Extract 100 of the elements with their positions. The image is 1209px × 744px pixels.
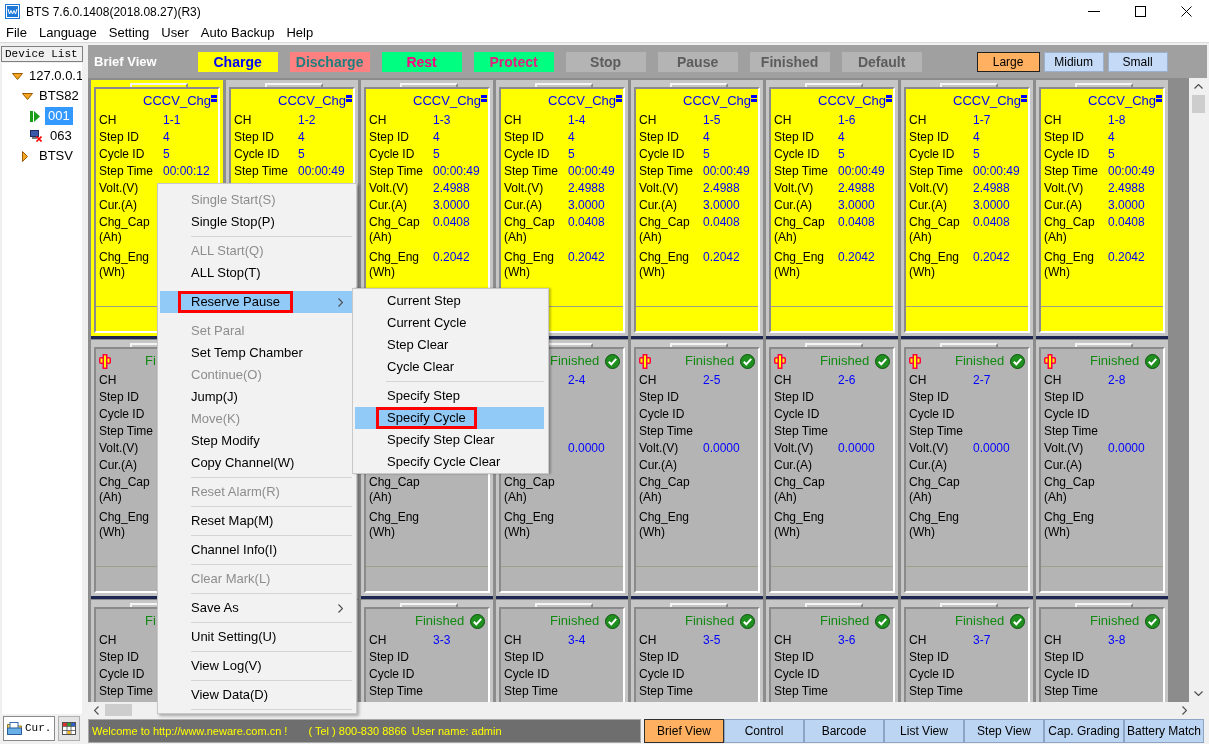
field-label: Volt.(V) [639, 441, 679, 455]
status-label: Finished [955, 613, 1005, 629]
field-label: Cycle ID [639, 147, 685, 161]
field-value: 0.2042 [973, 250, 1010, 264]
field-label: Step ID [99, 130, 140, 144]
field-label: Chg_Eng (Wh) [369, 250, 420, 279]
field-label: Chg_Eng (Wh) [774, 250, 825, 279]
field-value: 1-1 [163, 113, 181, 127]
legend-label: Default [857, 53, 906, 70]
field-value: 0.0000 [1108, 441, 1145, 455]
field-label: Cycle ID [99, 407, 145, 421]
field-label: Chg_Eng (Wh) [909, 250, 960, 279]
field-label: CH [1044, 113, 1062, 127]
field-value: 0.2042 [838, 250, 875, 264]
field-value: 0.0000 [703, 441, 740, 455]
field-value: 0.0408 [703, 215, 740, 229]
field-label: Cur.(A) [909, 198, 947, 212]
field-label: Cycle ID [504, 147, 550, 161]
field-value: 0.0408 [433, 215, 470, 229]
field-label: Cycle ID [639, 667, 685, 681]
field-label: Volt.(V) [774, 441, 814, 455]
field-label: Cur.(A) [774, 458, 812, 472]
field-label: Chg_Eng (Wh) [504, 250, 555, 279]
field-label: Chg_Cap (Ah) [639, 475, 690, 504]
field-value: 00:00:49 [703, 164, 750, 178]
field-value: 1-3 [433, 113, 451, 127]
field-label: Step ID [639, 130, 680, 144]
field-label: Chg_Eng (Wh) [99, 250, 150, 279]
field-label: Cur.(A) [99, 458, 137, 472]
field-label: Chg_Cap (Ah) [774, 215, 825, 244]
field-value: 5 [568, 147, 575, 161]
field-value: 2-6 [838, 373, 856, 387]
status-label: Finished [685, 353, 735, 369]
field-value: 00:00:49 [298, 164, 345, 178]
window-title: BTS 7.6.0.1408(2018.08.27)(R3) [26, 3, 201, 21]
field-label: Step Time [639, 684, 694, 698]
field-label: Cycle ID [909, 667, 955, 681]
field-label: Step Time [639, 424, 694, 438]
field-label: Cycle ID [1044, 667, 1090, 681]
field-label: Step ID [99, 650, 140, 664]
field-label: Volt.(V) [99, 441, 139, 455]
field-value: 3.0000 [1108, 198, 1145, 212]
field-label: Chg_Cap (Ah) [639, 215, 690, 244]
status-label: Fi [145, 613, 156, 629]
field-value: 3.0000 [433, 198, 470, 212]
field-label: Chg_Cap (Ah) [909, 475, 960, 504]
field-label: Chg_Eng (Wh) [639, 250, 690, 279]
field-value: 1-4 [568, 113, 586, 127]
field-value: 4 [298, 130, 305, 144]
field-label: Cycle ID [774, 147, 820, 161]
field-label: CH [369, 113, 387, 127]
field-label: Step Time [909, 164, 964, 178]
field-label: Step Time [99, 164, 154, 178]
field-label: Chg_Cap (Ah) [909, 215, 960, 244]
field-label: Step Time [909, 684, 964, 698]
field-label: Volt.(V) [99, 181, 139, 195]
field-label: Cur.(A) [369, 198, 407, 212]
field-label: Chg_Cap (Ah) [504, 475, 555, 504]
field-label: Cycle ID [1044, 407, 1090, 421]
legend-label: Finished [760, 53, 819, 70]
field-value: 00:00:12 [163, 164, 210, 178]
field-label: CH [774, 113, 792, 127]
field-label: Cur.(A) [909, 458, 947, 472]
field-label: Volt.(V) [369, 181, 409, 195]
mode-label: CCCV_Chg [548, 93, 616, 109]
mode-label: CCCV_Chg [818, 93, 886, 109]
mode-label: CCCV_Chg [953, 93, 1021, 109]
field-label: Volt.(V) [1044, 441, 1084, 455]
field-label: Step ID [639, 650, 680, 664]
field-label: Chg_Cap (Ah) [99, 475, 150, 504]
field-label: CH [99, 373, 117, 387]
field-value: 00:00:49 [568, 164, 615, 178]
field-value: 4 [163, 130, 170, 144]
field-label: Chg_Cap (Ah) [1044, 475, 1095, 504]
field-value: 0.2042 [568, 250, 605, 264]
field-label: CH [1044, 373, 1062, 387]
field-label: CH [234, 113, 252, 127]
mode-label: CCCV_Chg [683, 93, 751, 109]
field-label: Cycle ID [774, 407, 820, 421]
field-label: CH [909, 373, 927, 387]
field-label: Step ID [504, 130, 545, 144]
field-label: Step Time [99, 684, 154, 698]
field-value: 5 [1108, 147, 1115, 161]
field-label: Chg_Cap (Ah) [774, 475, 825, 504]
status-label: Finished [1090, 353, 1140, 369]
status-label: Fi [145, 353, 156, 369]
field-label: Cur.(A) [639, 198, 677, 212]
field-label: Volt.(V) [909, 181, 949, 195]
field-label: Step Time [99, 424, 154, 438]
field-label: Cur.(A) [504, 198, 542, 212]
field-label: Step Time [369, 164, 424, 178]
field-value: 3-8 [1108, 633, 1126, 647]
field-value: 3-6 [838, 633, 856, 647]
field-value: 1-6 [838, 113, 856, 127]
field-label: CH [639, 113, 657, 127]
field-value: 0.0000 [838, 441, 875, 455]
field-value: 0.2042 [433, 250, 470, 264]
field-value: 1-7 [973, 113, 991, 127]
field-value: 00:00:49 [973, 164, 1020, 178]
field-label: Step Time [1044, 684, 1099, 698]
